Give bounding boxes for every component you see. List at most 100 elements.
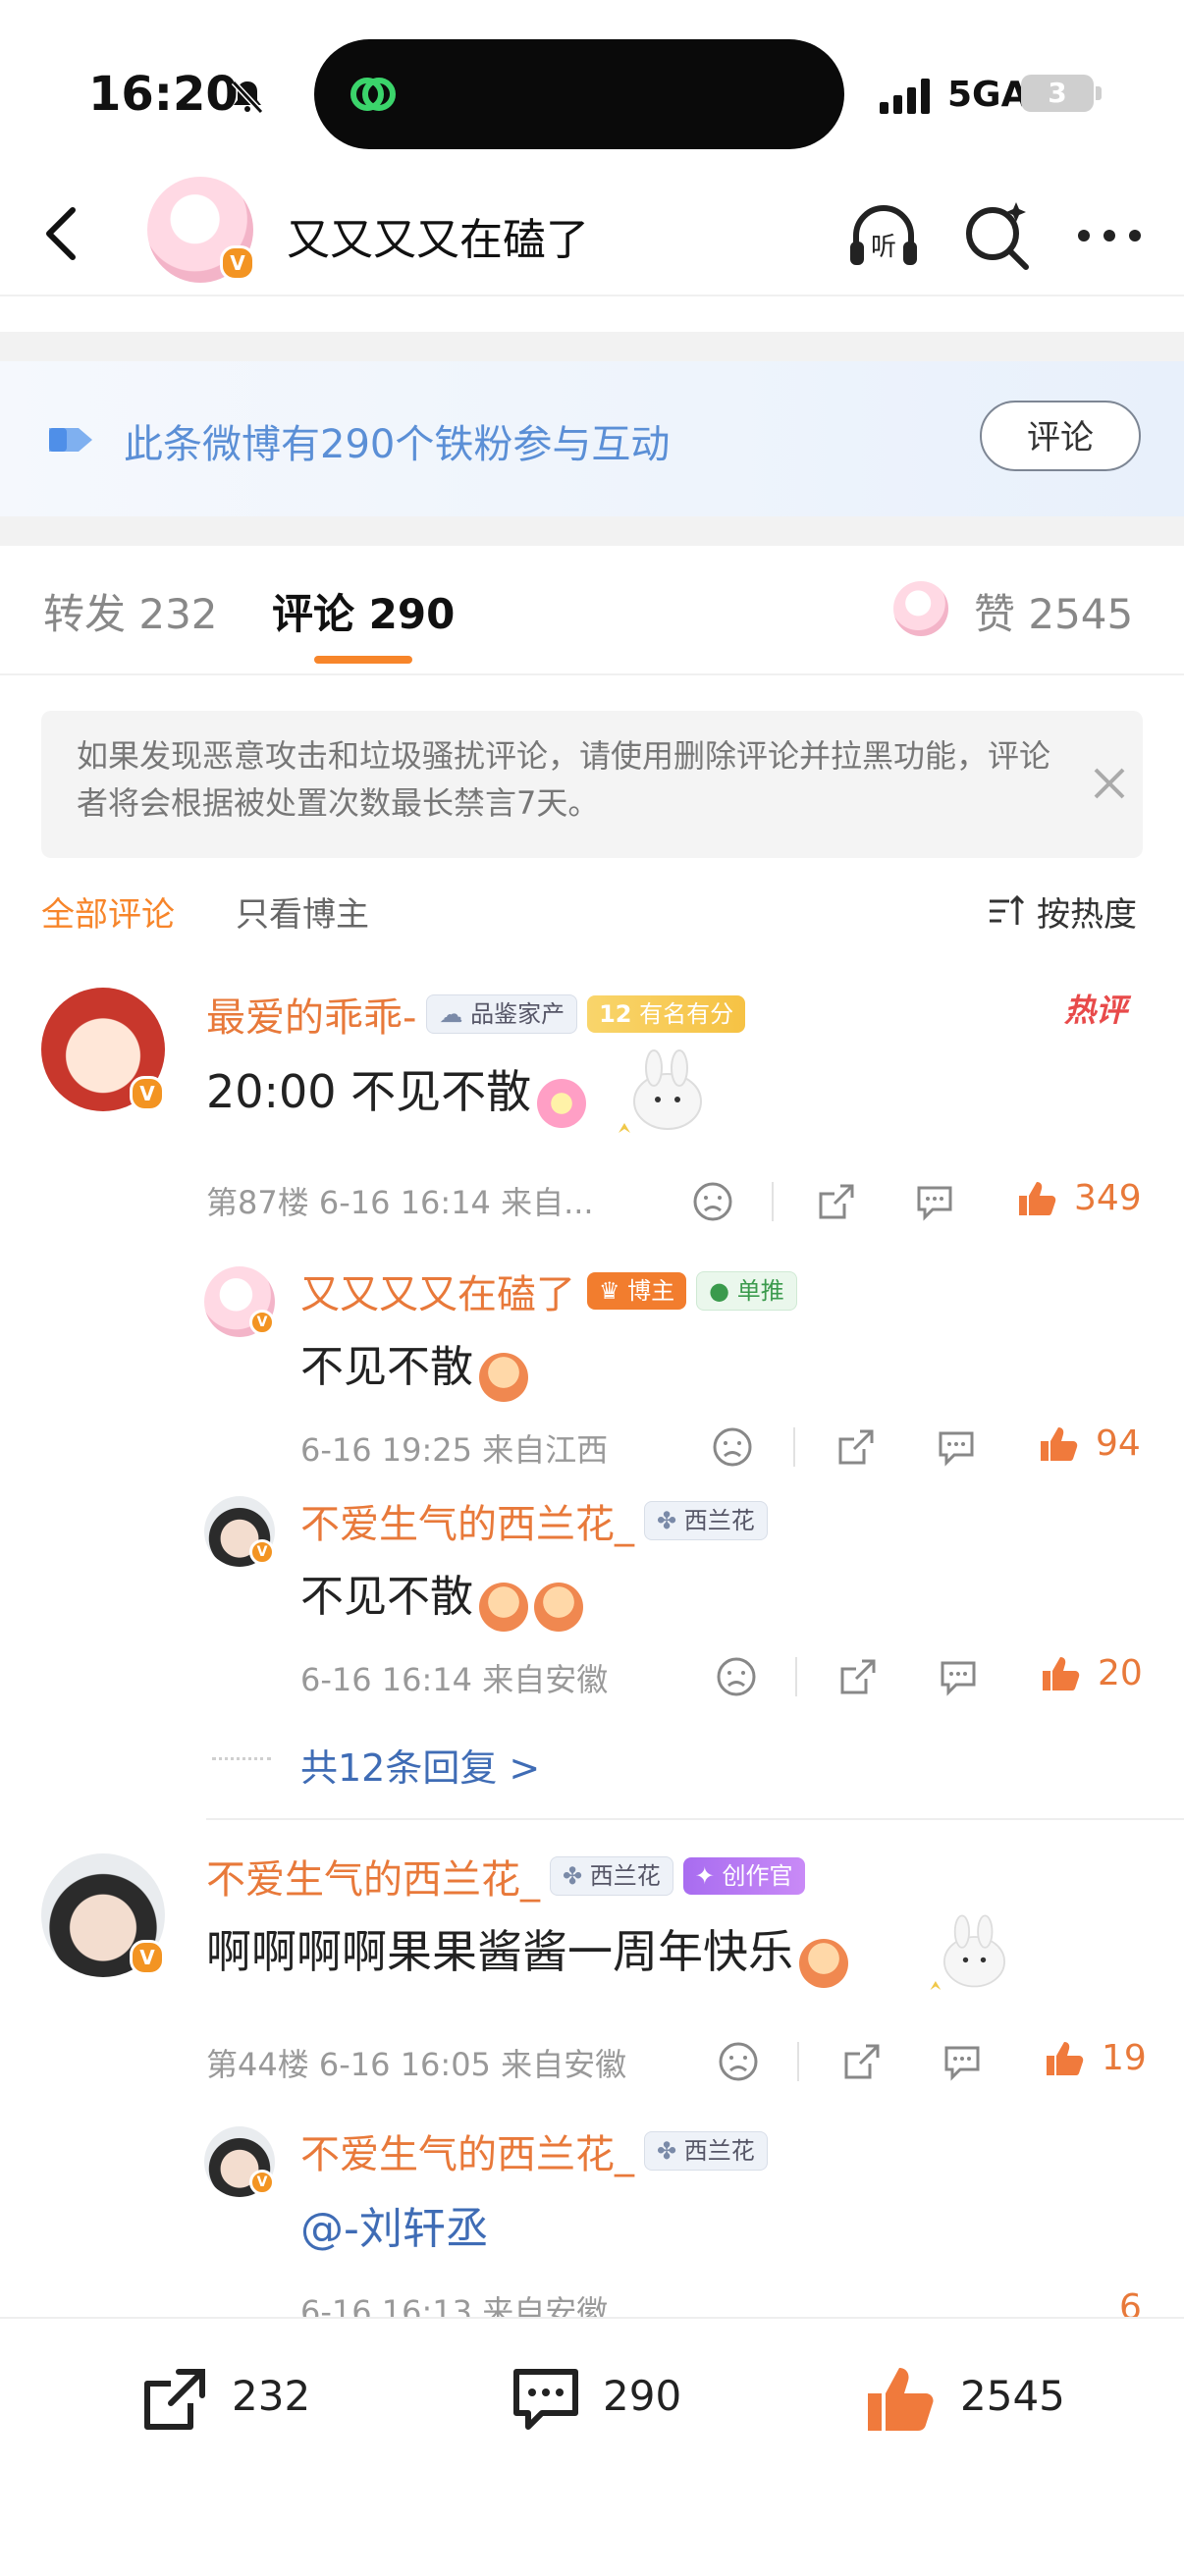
comment-text: 啊啊啊啊果果酱酱一周年快乐: [206, 1925, 793, 1978]
bottom-action-bar: 232 290 2545: [0, 2317, 1184, 2576]
author-name[interactable]: 又又又又在磕了: [287, 204, 589, 267]
sort-by-hot[interactable]: 按热度: [1037, 887, 1137, 936]
like-icon[interactable]: [1015, 1176, 1058, 1219]
emoji-icon: [534, 1582, 583, 1632]
reply-body: 不见不散: [300, 1561, 583, 1632]
rabbit-sticker-icon: [930, 1914, 1005, 1990]
verified-icon: V: [249, 2170, 275, 2195]
filter-author-only[interactable]: 只看博主: [236, 887, 369, 936]
comment-count[interactable]: 290: [603, 2372, 681, 2420]
dynamic-island: [314, 39, 844, 149]
dislike-icon[interactable]: [715, 1655, 758, 1698]
clover-icon: ✤: [563, 1862, 583, 1890]
mention-link[interactable]: @-刘轩丞: [300, 2193, 489, 2256]
section-gap: [0, 516, 1184, 546]
reply-header: 不爱生气的西兰花_ ✤ 西兰花: [300, 2126, 768, 2177]
verified-icon: V: [249, 1310, 275, 1335]
share-icon[interactable]: [834, 1425, 878, 1469]
close-icon[interactable]: [1088, 762, 1131, 805]
user-badge[interactable]: ✤ 西兰花: [550, 1856, 673, 1896]
repost-count[interactable]: 232: [232, 2372, 310, 2420]
like-count: 349: [1074, 1178, 1142, 1218]
fan-icon: [49, 428, 92, 452]
tab-likes[interactable]: 赞 2545: [974, 581, 1133, 641]
battery-indicator: 3: [1021, 75, 1094, 112]
dislike-icon[interactable]: [711, 1425, 754, 1469]
replier-name[interactable]: 又又又又在磕了: [300, 1262, 575, 1319]
more-replies-dots: [212, 1757, 271, 1760]
clover-icon: ✤: [657, 2137, 677, 2165]
verified-icon: V: [249, 1539, 275, 1565]
fan-tag-badge[interactable]: ● 单推: [696, 1271, 797, 1311]
action-divider: [793, 1427, 795, 1467]
reply-meta: 6-16 16:14 来自安徽: [300, 1661, 609, 1698]
reply-icon[interactable]: [913, 1180, 956, 1223]
fan-banner-text: 此条微博有290个铁粉参与互动: [124, 422, 671, 467]
comment-text: 20:00 不见不散: [206, 1065, 532, 1118]
comment-icon[interactable]: [507, 2360, 585, 2439]
action-divider: [797, 2042, 799, 2081]
listen-button[interactable]: 听: [844, 196, 923, 275]
replier-name[interactable]: 不爱生气的西兰花_: [300, 1492, 634, 1549]
crown-icon: ♛: [599, 1277, 620, 1305]
replier-name[interactable]: 不爱生气的西兰花_: [300, 2122, 634, 2179]
verified-icon: V: [220, 245, 255, 281]
commenter-name[interactable]: 不爱生气的西兰花_: [206, 1848, 540, 1905]
emoji-icon: [479, 1582, 528, 1632]
share-icon[interactable]: [815, 1180, 858, 1223]
dislike-icon[interactable]: [717, 2040, 760, 2083]
reply-icon[interactable]: [935, 1425, 978, 1469]
nav-bar: V 又又又又在磕了 听: [0, 177, 1184, 296]
like-icon[interactable]: [1039, 1651, 1082, 1694]
action-divider: [795, 1657, 797, 1696]
status-bar: 16:20 5GA 3: [0, 0, 1184, 167]
comment-meta: 第87楼 6-16 16:14 来自...: [206, 1184, 594, 1221]
tab-repost[interactable]: 转发 232: [43, 581, 218, 641]
commenter-name[interactable]: 最爱的乖乖-: [206, 986, 416, 1043]
search-icon[interactable]: [957, 196, 1036, 275]
comment-divider: [206, 1818, 1184, 1820]
like-count-total[interactable]: 2545: [960, 2372, 1065, 2420]
like-count: 20: [1098, 1653, 1143, 1693]
more-icon[interactable]: [1070, 196, 1149, 275]
author-badge: ♛ 博主: [587, 1272, 687, 1310]
share-icon[interactable]: [840, 2040, 884, 2083]
like-count: 94: [1096, 1423, 1141, 1464]
reply-icon[interactable]: [937, 1655, 980, 1698]
author-avatar[interactable]: V: [147, 177, 255, 283]
comment-header: 不爱生气的西兰花_ ✤ 西兰花 ✦ 创作官: [206, 1852, 805, 1903]
back-icon[interactable]: [29, 198, 100, 269]
fan-level-badge[interactable]: 12 有名有分: [587, 995, 746, 1033]
like-icon[interactable]: [1037, 1422, 1080, 1465]
sort-icon[interactable]: [986, 891, 1025, 931]
hot-comment-tag: 热评: [1064, 992, 1128, 1029]
like-icon[interactable]: [1043, 2036, 1086, 2079]
action-divider: [772, 1182, 774, 1221]
comment-filter-bar: 全部评论 只看博主 按热度: [0, 880, 1184, 948]
like-icon[interactable]: [862, 2360, 941, 2439]
reply-header: 又又又又在磕了 ♛ 博主 ● 单推: [300, 1266, 797, 1317]
dislike-icon[interactable]: [691, 1180, 734, 1223]
reply-icon[interactable]: [941, 2040, 984, 2083]
comment-header: 最爱的乖乖- ☁ 品鉴家产 12 有名有分: [206, 990, 746, 1041]
sparkle-icon: ✦: [694, 1862, 715, 1890]
repost-icon[interactable]: [135, 2360, 214, 2439]
creator-badge[interactable]: ✦ 创作官: [682, 1857, 805, 1895]
share-icon[interactable]: [836, 1655, 880, 1698]
notice-text: 如果发现恶意攻击和垃圾骚扰评论，请使用删除评论并拉黑功能，评论者将会根据被处置次…: [77, 737, 1051, 822]
filter-all-comments[interactable]: 全部评论: [41, 887, 175, 936]
user-badge[interactable]: ✤ 西兰花: [644, 2131, 768, 2171]
signal-icon: [880, 79, 930, 114]
active-tab-indicator: [314, 656, 412, 664]
tab-comment[interactable]: 评论 290: [272, 581, 455, 641]
user-badge[interactable]: ✤ 西兰花: [644, 1501, 768, 1540]
user-badge[interactable]: ☁ 品鉴家产: [426, 994, 578, 1034]
comment-body: 20:00 不见不散: [206, 1056, 587, 1128]
comment-body: 啊啊啊啊果果酱酱一周年快乐: [206, 1916, 848, 1988]
verified-icon: V: [130, 1076, 165, 1111]
reply-meta: 6-16 19:25 来自江西: [300, 1431, 609, 1469]
more-replies-link[interactable]: 共12条回复 >: [300, 1738, 540, 1792]
like-count: 19: [1102, 2038, 1147, 2078]
clover-icon: ✤: [657, 1507, 677, 1534]
fan-comment-button[interactable]: 评论: [980, 401, 1141, 471]
